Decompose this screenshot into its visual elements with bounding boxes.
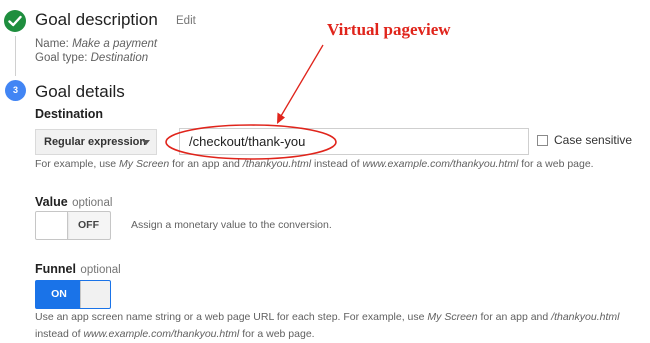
toggle-knob (80, 281, 110, 308)
goal-details-title: Goal details (35, 82, 125, 101)
destination-input[interactable] (179, 128, 529, 155)
funnel-help-text: Use an app screen name string or a web p… (35, 311, 620, 340)
value-label-text: Value (35, 195, 68, 209)
destination-help-text: For example, use My Screen for an app an… (35, 158, 594, 170)
value-description: Assign a monetary value to the conversio… (131, 219, 332, 231)
annotation-arrow-line (280, 44, 324, 117)
completed-check-icon (4, 10, 26, 32)
annotation-arrow-head (277, 112, 285, 124)
goal-description-title: Goal description (35, 10, 158, 29)
match-type-dropdown[interactable]: Regular expression (35, 129, 157, 155)
case-sensitive-checkbox[interactable] (537, 135, 548, 146)
case-sensitive-label: Case sensitive (554, 133, 633, 147)
annotation-label: Virtual pageview (327, 20, 451, 39)
goal-summary: Name: Make a payment Goal type: Destinat… (35, 37, 157, 65)
funnel-label: Funnel optional (35, 260, 121, 278)
value-label: Value optional (35, 193, 112, 211)
value-toggle[interactable]: OFF (35, 211, 111, 240)
funnel-label-text: Funnel (35, 262, 76, 276)
funnel-toggle[interactable]: ON (35, 280, 111, 309)
funnel-toggle-state: ON (51, 288, 67, 300)
chevron-down-icon (142, 140, 150, 145)
edit-goal-description-link[interactable]: Edit (176, 15, 196, 27)
toggle-knob (36, 212, 68, 239)
destination-label: Destination (35, 107, 104, 121)
goal-type-line: Goal type: Destination (35, 52, 149, 64)
step-connector-line (15, 36, 16, 76)
step-number-badge: 3 (5, 80, 26, 101)
value-toggle-state: OFF (78, 219, 99, 231)
match-type-value: Regular expression (44, 136, 147, 148)
goal-name-line: Name: Make a payment (35, 38, 158, 50)
funnel-optional-text: optional (80, 264, 121, 276)
value-optional-text: optional (72, 197, 113, 209)
